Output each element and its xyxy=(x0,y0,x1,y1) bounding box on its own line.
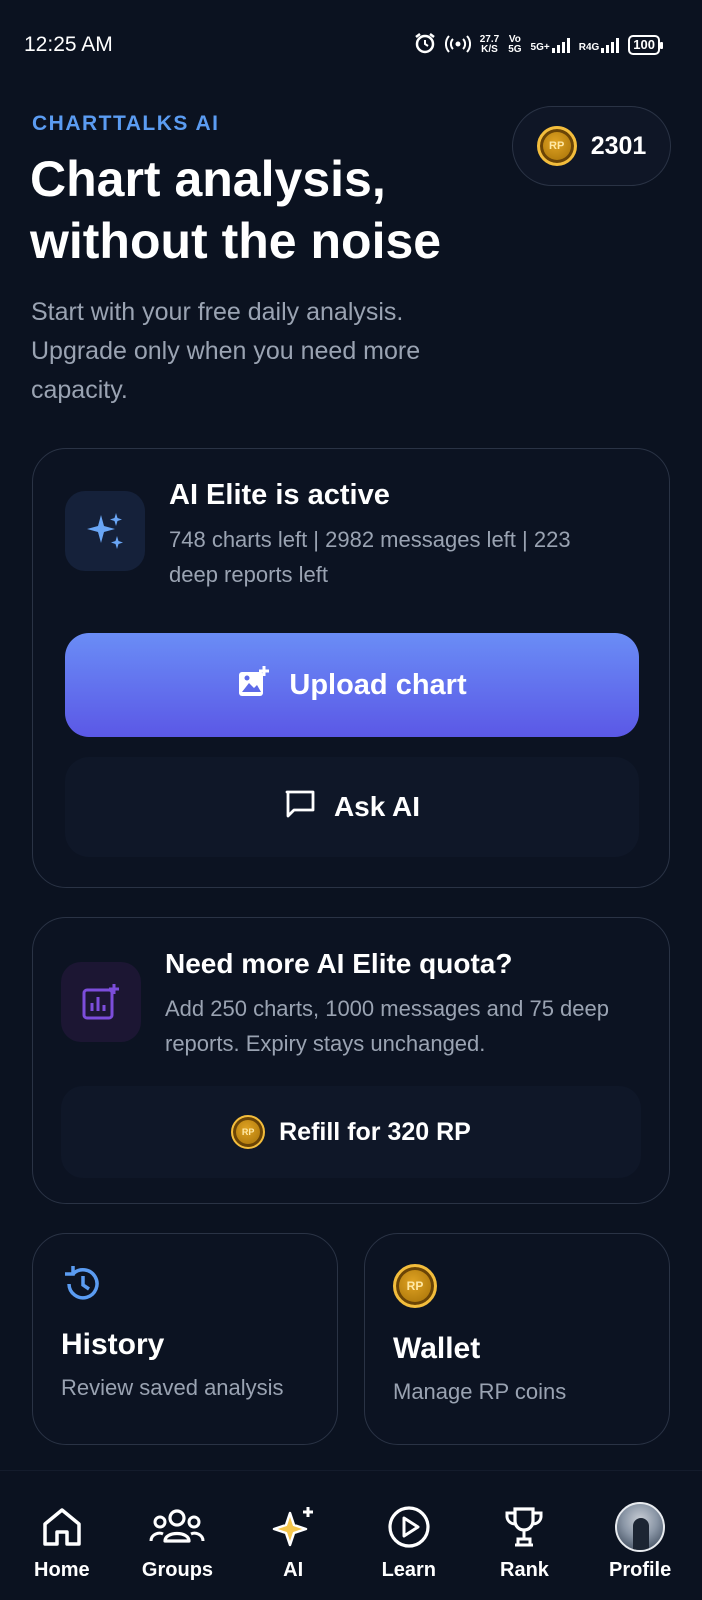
bottom-nav: Home Groups AI Learn Rank Profile xyxy=(0,1470,702,1600)
upload-chart-button[interactable]: Upload chart xyxy=(65,633,639,737)
refill-button[interactable]: RP Refill for 320 RP xyxy=(61,1086,641,1178)
elite-status-title: AI Elite is active xyxy=(169,479,390,511)
signal-bars-icon xyxy=(601,37,620,53)
refill-button-label: Refill for 320 RP xyxy=(279,1117,471,1146)
ask-ai-button[interactable]: Ask AI xyxy=(65,757,639,857)
avatar xyxy=(615,1502,666,1552)
nav-home[interactable]: Home xyxy=(6,1471,118,1600)
signal-bars-icon xyxy=(551,37,570,53)
refill-title: Need more AI Elite quota? xyxy=(165,948,513,979)
nav-learn-label: Learn xyxy=(381,1559,437,1581)
refill-card: Need more AI Elite quota? Add 250 charts… xyxy=(32,917,670,1204)
page-subtitle: Start with your free daily analysis. Upg… xyxy=(31,298,421,404)
rp-coin-icon: RP xyxy=(536,126,577,166)
rp-balance: 2301 xyxy=(590,131,647,160)
nav-groups-label: Groups xyxy=(141,1559,214,1581)
wallet-title: Wallet xyxy=(393,1332,481,1365)
sparkles-icon xyxy=(65,491,145,571)
history-icon xyxy=(61,1264,103,1309)
nav-ai[interactable]: AI xyxy=(237,1471,349,1600)
alarm-icon xyxy=(414,32,436,59)
rp-balance-pill[interactable]: RP 2301 xyxy=(512,106,671,186)
upload-chart-label: Upload chart xyxy=(289,668,467,701)
nav-groups[interactable]: Groups xyxy=(121,1471,233,1600)
nav-home-label: Home xyxy=(34,1559,90,1581)
ask-ai-label: Ask AI xyxy=(333,791,421,822)
wallet-card[interactable]: RP Wallet Manage RP coins xyxy=(364,1233,670,1445)
nav-profile[interactable]: Profile xyxy=(584,1471,696,1600)
volte-indicator: Vo 5G xyxy=(508,34,522,55)
network-speed: 27.7 K/S xyxy=(479,34,500,55)
play-circle-icon xyxy=(387,1505,431,1549)
status-bar: 12:25 AM 27.7 K/S Vo 5G 5G+ R4G 100 xyxy=(0,0,702,90)
home-icon xyxy=(40,1505,84,1549)
nav-learn[interactable]: Learn xyxy=(353,1471,465,1600)
ai-elite-card: AI Elite is active 748 charts left | 298… xyxy=(32,448,670,888)
status-icons: 27.7 K/S Vo 5G 5G+ R4G 100 xyxy=(414,32,663,59)
add-chart-icon xyxy=(61,962,141,1042)
nav-ai-label: AI xyxy=(283,1559,304,1581)
signal-5g: 5G+ xyxy=(531,37,570,53)
groups-icon xyxy=(149,1505,205,1549)
rp-coin-icon: RP xyxy=(393,1264,437,1308)
nav-rank[interactable]: Rank xyxy=(468,1471,580,1600)
history-title: History xyxy=(61,1328,165,1361)
wallet-subtitle: Manage RP coins xyxy=(393,1379,567,1404)
trophy-icon xyxy=(502,1505,546,1549)
signal-r4g: R4G xyxy=(579,37,620,53)
add-image-icon xyxy=(237,664,271,706)
brand-label: CHARTTALKS AI xyxy=(32,112,220,135)
nav-profile-label: Profile xyxy=(608,1559,672,1581)
hotspot-icon xyxy=(444,32,471,59)
rp-coin-icon: RP xyxy=(231,1115,266,1149)
nav-rank-label: Rank xyxy=(500,1559,549,1581)
ai-sparkle-icon xyxy=(270,1505,316,1549)
battery-indicator: 100 xyxy=(628,35,663,55)
history-card[interactable]: History Review saved analysis xyxy=(32,1233,338,1445)
page-title: Chart analysis, without the noise xyxy=(30,151,442,269)
elite-usage-text: 748 charts left | 2982 messages left | 2… xyxy=(169,527,571,587)
chat-bubble-icon xyxy=(284,789,316,826)
history-subtitle: Review saved analysis xyxy=(61,1375,284,1400)
refill-description: Add 250 charts, 1000 messages and 75 dee… xyxy=(165,996,609,1056)
status-time: 12:25 AM xyxy=(24,33,113,56)
